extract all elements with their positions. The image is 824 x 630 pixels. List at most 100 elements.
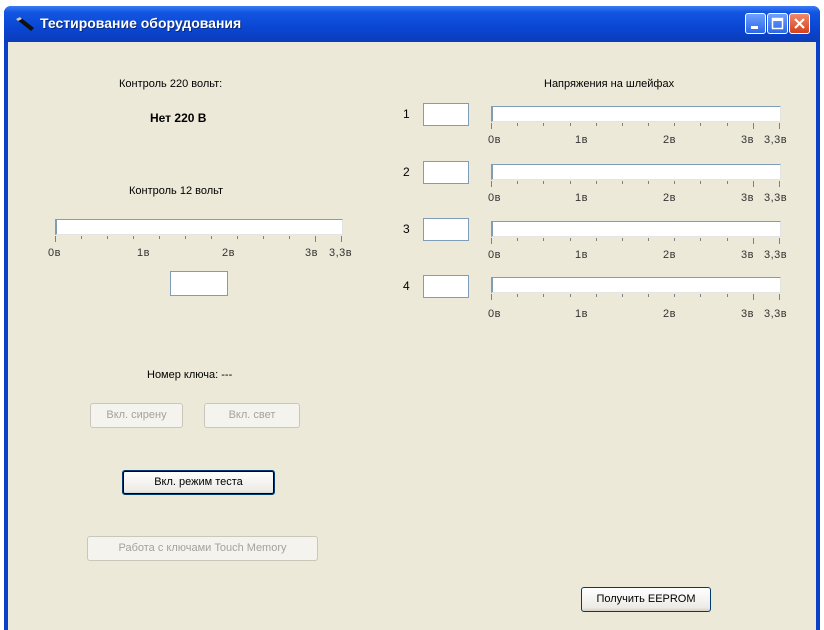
loop-2-field[interactable] xyxy=(423,161,469,184)
scale-label-33: 3,3в xyxy=(329,247,353,259)
scale-tick xyxy=(570,294,571,297)
scale-tick xyxy=(107,236,108,239)
scale-tick xyxy=(237,236,238,239)
scale-tick xyxy=(517,181,518,184)
scale-tick xyxy=(779,238,780,244)
scale-tick xyxy=(700,123,701,126)
scale-tick xyxy=(622,294,623,297)
get-eeprom-button[interactable]: Получить EEPROM xyxy=(581,587,711,612)
loop-1-scale-ticks xyxy=(491,123,781,131)
loop-2-scale-ticks xyxy=(491,181,781,189)
scale-label-1: 1в xyxy=(137,247,150,259)
key-number-label: Номер ключа: --- xyxy=(147,369,233,381)
loop-1-scale-0: 0в xyxy=(488,134,501,146)
loop-3-scale-ticks xyxy=(491,238,781,246)
scale-tick xyxy=(81,236,82,239)
loop-2-scale-2: 2в xyxy=(663,192,676,204)
scale-tick xyxy=(133,236,134,239)
scale-tick xyxy=(341,236,342,242)
loop-2-progress xyxy=(491,164,781,180)
loop-1-progress xyxy=(491,106,781,122)
loop-1-scale-33: 3,3в xyxy=(764,134,788,146)
loop-1-scale-1: 1в xyxy=(575,134,588,146)
scale-tick xyxy=(517,238,518,241)
scale-tick xyxy=(185,236,186,239)
touch-memory-button[interactable]: Работа с ключами Touch Memory xyxy=(87,536,318,561)
loop-3-progress xyxy=(491,221,781,237)
close-button[interactable] xyxy=(789,13,810,34)
app-icon xyxy=(16,17,34,31)
scale-tick xyxy=(596,294,597,297)
scale-tick xyxy=(648,238,649,241)
scale-label-2: 2в xyxy=(222,247,235,259)
scale-tick xyxy=(753,123,754,129)
scale-tick xyxy=(517,294,518,297)
scale-tick xyxy=(315,236,316,242)
app-window: Тестирование оборудования Контроль 220 в… xyxy=(4,6,820,630)
loop-2-scale-1: 1в xyxy=(575,192,588,204)
loop-3-scale-3: 3в xyxy=(741,249,754,261)
loop-4-scale-0: 0в xyxy=(488,308,501,320)
scale-tick xyxy=(648,123,649,126)
loop-4-scale-ticks xyxy=(491,294,781,302)
scale-tick xyxy=(753,181,754,187)
scale-tick xyxy=(517,123,518,126)
test-mode-button[interactable]: Вкл. режим теста xyxy=(122,470,275,495)
voltage-12-field[interactable] xyxy=(170,271,228,296)
maximize-icon xyxy=(771,17,784,30)
scale-tick xyxy=(596,181,597,184)
maximize-button[interactable] xyxy=(767,13,788,34)
loop-4-progress xyxy=(491,277,781,293)
voltage-12-progress xyxy=(55,219,343,235)
loop-4-scale-3: 3в xyxy=(741,308,754,320)
control-220-status: Нет 220 В xyxy=(150,111,207,125)
loop-4-scale-1: 1в xyxy=(575,308,588,320)
minimize-icon xyxy=(751,26,758,29)
scale-tick xyxy=(570,238,571,241)
scale-tick xyxy=(648,181,649,184)
scale-tick xyxy=(211,236,212,239)
scale-tick xyxy=(727,123,728,126)
scale-tick xyxy=(543,123,544,126)
siren-on-button[interactable]: Вкл. сирену xyxy=(90,403,183,428)
voltage-12-scale-ticks xyxy=(55,236,343,244)
light-on-button[interactable]: Вкл. свет xyxy=(204,403,300,428)
window-title: Тестирование оборудования xyxy=(40,15,242,31)
scale-tick xyxy=(491,294,492,300)
loop-1-field[interactable] xyxy=(423,103,469,126)
scale-tick xyxy=(491,123,492,129)
scale-tick xyxy=(779,181,780,187)
scale-tick xyxy=(491,238,492,244)
loop-3-scale-2: 2в xyxy=(663,249,676,261)
loop-1-scale-3: 3в xyxy=(741,134,754,146)
scale-tick xyxy=(727,238,728,241)
scale-label-3: 3в xyxy=(305,247,318,259)
scale-tick xyxy=(648,294,649,297)
loop-4-field[interactable] xyxy=(423,275,469,298)
scale-tick xyxy=(263,236,264,239)
scale-label-0: 0в xyxy=(48,247,61,259)
loops-title: Напряжения на шлейфах xyxy=(544,78,675,90)
minimize-button[interactable] xyxy=(745,13,766,34)
loop-2-number: 2 xyxy=(403,165,410,179)
scale-tick xyxy=(700,294,701,297)
loop-3-scale-0: 0в xyxy=(488,249,501,261)
scale-tick xyxy=(543,294,544,297)
title-bar[interactable]: Тестирование оборудования xyxy=(4,6,820,42)
scale-tick xyxy=(543,238,544,241)
scale-tick xyxy=(55,236,56,242)
loop-4-scale-33: 3,3в xyxy=(764,308,788,320)
scale-tick xyxy=(622,181,623,184)
scale-tick xyxy=(596,238,597,241)
loop-3-scale-33: 3,3в xyxy=(764,249,788,261)
control-220-label: Контроль 220 вольт: xyxy=(119,78,223,90)
loop-3-number: 3 xyxy=(403,222,410,236)
scale-tick xyxy=(700,238,701,241)
scale-tick xyxy=(674,123,675,126)
scale-tick xyxy=(491,181,492,187)
scale-tick xyxy=(674,238,675,241)
loop-3-field[interactable] xyxy=(423,218,469,241)
loop-3-scale-1: 1в xyxy=(575,249,588,261)
scale-tick xyxy=(159,236,160,239)
scale-tick xyxy=(753,238,754,244)
